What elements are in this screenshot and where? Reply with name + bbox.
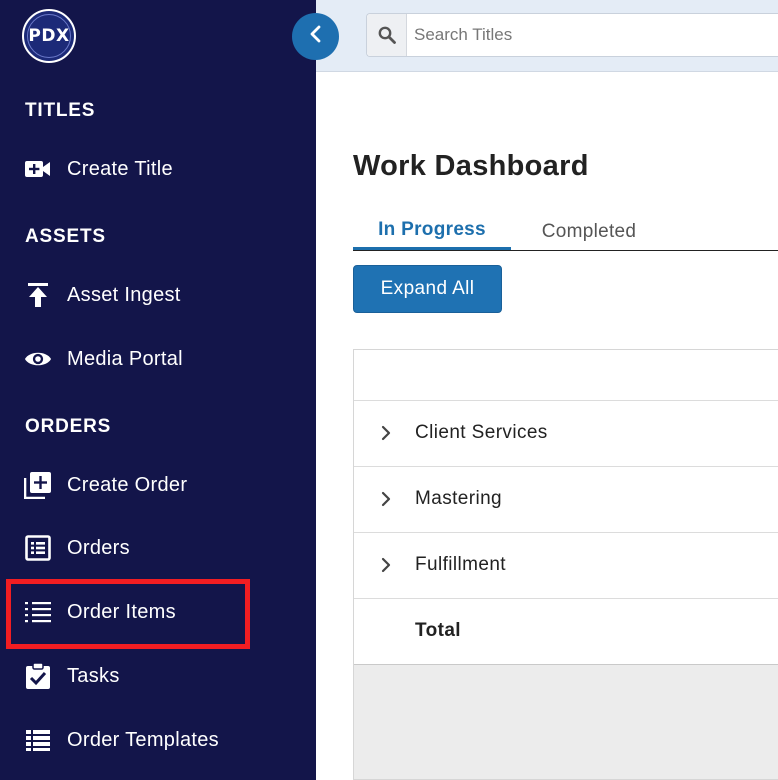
upload-icon	[24, 281, 52, 309]
chevron-right-icon[interactable]	[378, 423, 394, 443]
search-input[interactable]	[408, 14, 778, 56]
table-row-fulfillment[interactable]: Fulfillment	[354, 533, 778, 599]
table-row-client-services[interactable]: Client Services	[354, 401, 778, 467]
table-row-total: Total	[354, 599, 778, 665]
tab-bar: In Progress Completed	[353, 213, 778, 251]
sidebar-item-label: Asset Ingest	[67, 283, 181, 306]
section-title-orders: ORDERS	[25, 416, 112, 437]
sidebar-item-label: Create Title	[67, 157, 173, 180]
section-title-titles: TITLES	[25, 100, 96, 121]
work-table: Client Services Mastering Fulfillment To…	[353, 349, 778, 780]
tab-completed[interactable]: Completed	[511, 213, 667, 251]
sidebar-item-tasks[interactable]: Tasks	[0, 650, 316, 702]
clipboard-check-icon	[24, 662, 52, 690]
sidebar-item-order-templates[interactable]: Order Templates	[0, 714, 316, 766]
expand-all-button[interactable]: Expand All	[353, 265, 502, 313]
sidebar-item-create-title[interactable]: Create Title	[0, 143, 316, 195]
section-title-assets: ASSETS	[25, 226, 106, 247]
row-label: Total	[415, 620, 461, 641]
page-title: Work Dashboard	[353, 150, 589, 182]
row-label: Client Services	[415, 422, 548, 443]
table-header	[354, 350, 778, 401]
row-label: Mastering	[415, 488, 503, 509]
list-box-icon	[24, 534, 52, 562]
search-icon[interactable]	[367, 14, 407, 56]
top-bar	[316, 0, 778, 72]
sidebar-item-label: Tasks	[67, 664, 120, 687]
row-label: Fulfillment	[415, 554, 506, 575]
chevron-right-icon[interactable]	[378, 555, 394, 575]
sidebar-item-label: Order Templates	[67, 728, 219, 751]
sidebar-item-label: Media Portal	[67, 347, 183, 370]
search-bar	[366, 13, 778, 57]
sidebar-item-asset-ingest[interactable]: Asset Ingest	[0, 269, 316, 321]
sidebar-item-orders[interactable]: Orders	[0, 522, 316, 574]
add-box-icon	[24, 471, 52, 499]
sidebar-item-create-order[interactable]: Create Order	[0, 459, 316, 511]
sidebar-item-media-portal[interactable]: Media Portal	[0, 333, 316, 385]
sidebar-item-label: Orders	[67, 536, 130, 559]
sidebar-item-label: Create Order	[67, 473, 188, 496]
logo-text: PDX	[28, 26, 70, 46]
chevron-left-icon	[309, 25, 323, 48]
highlight-box	[6, 579, 250, 649]
pdx-logo[interactable]: PDX	[22, 9, 76, 63]
table-row-mastering[interactable]: Mastering	[354, 467, 778, 533]
tab-in-progress[interactable]: In Progress	[353, 213, 511, 250]
collapse-sidebar-button[interactable]	[292, 13, 339, 60]
sidebar: PDX TITLES Create Title ASSETS Asset Ing…	[0, 0, 316, 780]
video-plus-icon	[24, 155, 52, 183]
eye-icon	[24, 345, 52, 373]
main-content: Work Dashboard In Progress Completed Exp…	[316, 73, 778, 780]
table-list-icon	[24, 726, 52, 754]
chevron-right-icon[interactable]	[378, 489, 394, 509]
